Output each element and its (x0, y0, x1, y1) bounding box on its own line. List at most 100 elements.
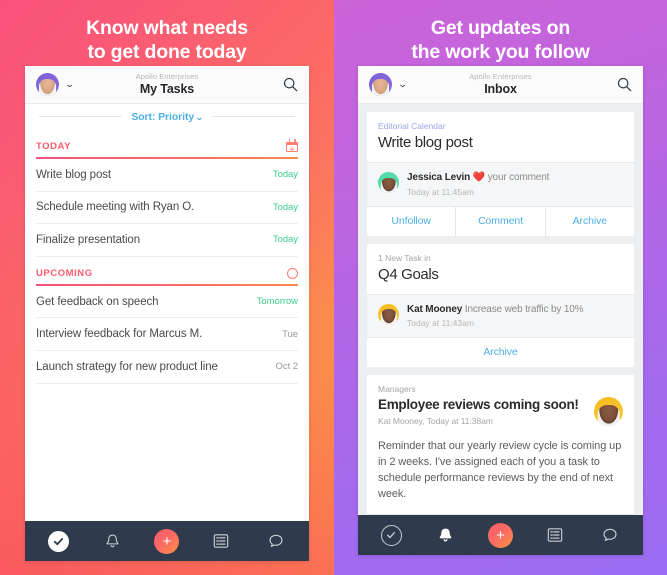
task-list: TODAY ✳ Write blog post Today Schedule m… (25, 129, 309, 521)
avatar[interactable] (369, 73, 392, 96)
task-row[interactable]: Finalize presentation Today (36, 224, 298, 257)
tab-inbox[interactable] (100, 528, 126, 554)
org-name: Apollo Enterprises (469, 72, 532, 82)
activity-timestamp: Today at 11:45am (407, 186, 474, 197)
left-headline-line2: to get done today (87, 40, 247, 63)
inbox-card[interactable]: Managers Employee reviews coming soon! K… (367, 375, 634, 515)
avatar-face (380, 177, 397, 194)
inbox-list: Editorial Calendar Write blog post Jessi… (358, 104, 643, 515)
card-title: Employee reviews coming soon! (378, 397, 579, 413)
task-name: Launch strategy for new product line (36, 360, 218, 373)
avatar-face (380, 309, 397, 325)
avatar-face (597, 404, 620, 427)
calendar-icon[interactable]: ✳ (286, 139, 298, 154)
right-headline-line2: the work you follow (411, 40, 590, 63)
activity-timestamp: Today at 11:43am (407, 318, 474, 329)
card-actions: Archive (367, 337, 634, 367)
archive-button[interactable]: Archive (544, 206, 634, 236)
right-tab-bar: + (358, 515, 643, 555)
sort-chevron-down-icon: ⌄ (195, 112, 204, 122)
archive-button[interactable]: Archive (367, 338, 634, 367)
tab-create[interactable]: + (487, 522, 513, 548)
plus-icon: + (487, 522, 513, 548)
right-promo-panel: Get updates on the work you follow ⌄ Apo… (334, 0, 667, 575)
search-icon[interactable] (282, 77, 298, 93)
inbox-card[interactable]: 1 New Task in Q4 Goals Kat Mooney Increa… (367, 243, 634, 368)
task-row[interactable]: Schedule meeting with Ryan O. Today (36, 192, 298, 225)
task-row[interactable]: Launch strategy for new product line Oct… (36, 351, 298, 384)
plus-icon: + (154, 528, 180, 554)
activity-action: your comment (487, 172, 550, 184)
unfollow-button[interactable]: Unfollow (367, 207, 455, 236)
task-name: Finalize presentation (36, 233, 141, 246)
card-subtitle: Managers (378, 384, 416, 395)
card-activity-row: Jessica Levin ❤️ your comment Today at 1… (367, 162, 634, 206)
card-subtitle: 1 New Task in (378, 252, 431, 263)
left-tab-bar: + (25, 521, 309, 561)
chevron-down-icon[interactable]: ⌄ (398, 80, 408, 89)
task-row[interactable]: Interview feedback for Marcus M. Tue (36, 318, 298, 351)
card-meta: Kat Mooney, Today at 11:38am (378, 416, 493, 427)
task-name: Interview feedback for Marcus M. (36, 328, 203, 341)
card-title: Q4 Goals (378, 265, 439, 283)
activity-author: Kat Mooney (407, 303, 463, 315)
circle-icon[interactable] (287, 267, 298, 279)
tab-my-tasks[interactable] (378, 522, 404, 548)
activity-author: Jessica Levin (407, 172, 471, 184)
left-phone-frame: ⌄ Apollo Enterprises My Tasks Sort: Prio… (25, 66, 309, 561)
check-circle-icon (47, 530, 69, 552)
avatar[interactable] (378, 172, 399, 194)
sort-row[interactable]: Sort: Priority⌄ (25, 104, 309, 129)
avatar[interactable] (36, 73, 59, 96)
page-title: My Tasks (139, 81, 195, 96)
right-headline-line1: Get updates on (430, 17, 571, 39)
activity-text: Kat Mooney Increase web traffic by 10% T… (407, 303, 623, 329)
task-due-date: Today (272, 201, 298, 213)
task-name: Get feedback on speech (36, 295, 159, 308)
card-project-name: Editorial Calendar (378, 121, 446, 131)
avatar[interactable] (378, 303, 399, 325)
activity-action: Increase web traffic by 10% (464, 303, 584, 315)
right-app-bar: ⌄ Apollo Enterprises Inbox (358, 66, 643, 104)
tab-conversations[interactable] (597, 522, 623, 548)
tab-inbox[interactable] (433, 522, 459, 548)
task-name: Write blog post (36, 168, 111, 181)
org-name: Apollo Enterprises (135, 72, 199, 82)
comment-button[interactable]: Comment (455, 206, 544, 236)
task-due-date: Today (272, 234, 298, 246)
chevron-down-icon[interactable]: ⌄ (65, 80, 75, 89)
avatar[interactable] (594, 397, 623, 427)
tab-create[interactable]: + (154, 528, 180, 554)
card-title: Write blog post (378, 134, 473, 152)
tab-my-tasks[interactable] (45, 528, 71, 554)
card-header: Managers Employee reviews coming soon! K… (367, 375, 634, 436)
tab-projects[interactable] (542, 522, 568, 548)
tab-conversations[interactable] (263, 528, 289, 554)
promo-screenshot: Know what needs to get done today ⌄ Apol… (0, 0, 667, 575)
task-name: Schedule meeting with Ryan O. (36, 201, 195, 214)
page-title: Inbox (484, 81, 517, 96)
sort-rule-left (39, 116, 123, 117)
activity-text: Jessica Levin ❤️ your comment Today at 1… (407, 171, 623, 197)
heart-icon: ❤️ (472, 172, 486, 184)
section-label: UPCOMING (36, 267, 93, 279)
left-headline: Know what needs to get done today (0, 0, 334, 65)
card-header: 1 New Task in Q4 Goals (367, 244, 634, 294)
task-row[interactable]: Get feedback on speech Tomorrow (36, 286, 298, 319)
tab-projects[interactable] (208, 528, 234, 554)
avatar-face (371, 78, 390, 96)
task-due-date: Tomorrow (256, 296, 298, 308)
card-activity-row: Kat Mooney Increase web traffic by 10% T… (367, 293, 634, 338)
inbox-card[interactable]: Editorial Calendar Write blog post Jessi… (367, 112, 634, 236)
right-phone-frame: ⌄ Apollo Enterprises Inbox Editorial Cal… (358, 66, 643, 555)
task-due-date: Tue (282, 328, 298, 340)
left-promo-panel: Know what needs to get done today ⌄ Apol… (0, 0, 334, 575)
sort-button[interactable]: Sort: Priority⌄ (131, 111, 204, 123)
activity-line: Jessica Levin ❤️ your comment (407, 171, 623, 185)
card-body-text: Reminder that our yearly review cycle is… (378, 440, 622, 501)
sort-rule-right (211, 116, 296, 117)
search-icon[interactable] (616, 77, 632, 93)
left-app-bar: ⌄ Apollo Enterprises My Tasks (25, 66, 309, 104)
task-due-date: Oct 2 (275, 361, 299, 373)
task-row[interactable]: Write blog post Today (36, 159, 298, 192)
